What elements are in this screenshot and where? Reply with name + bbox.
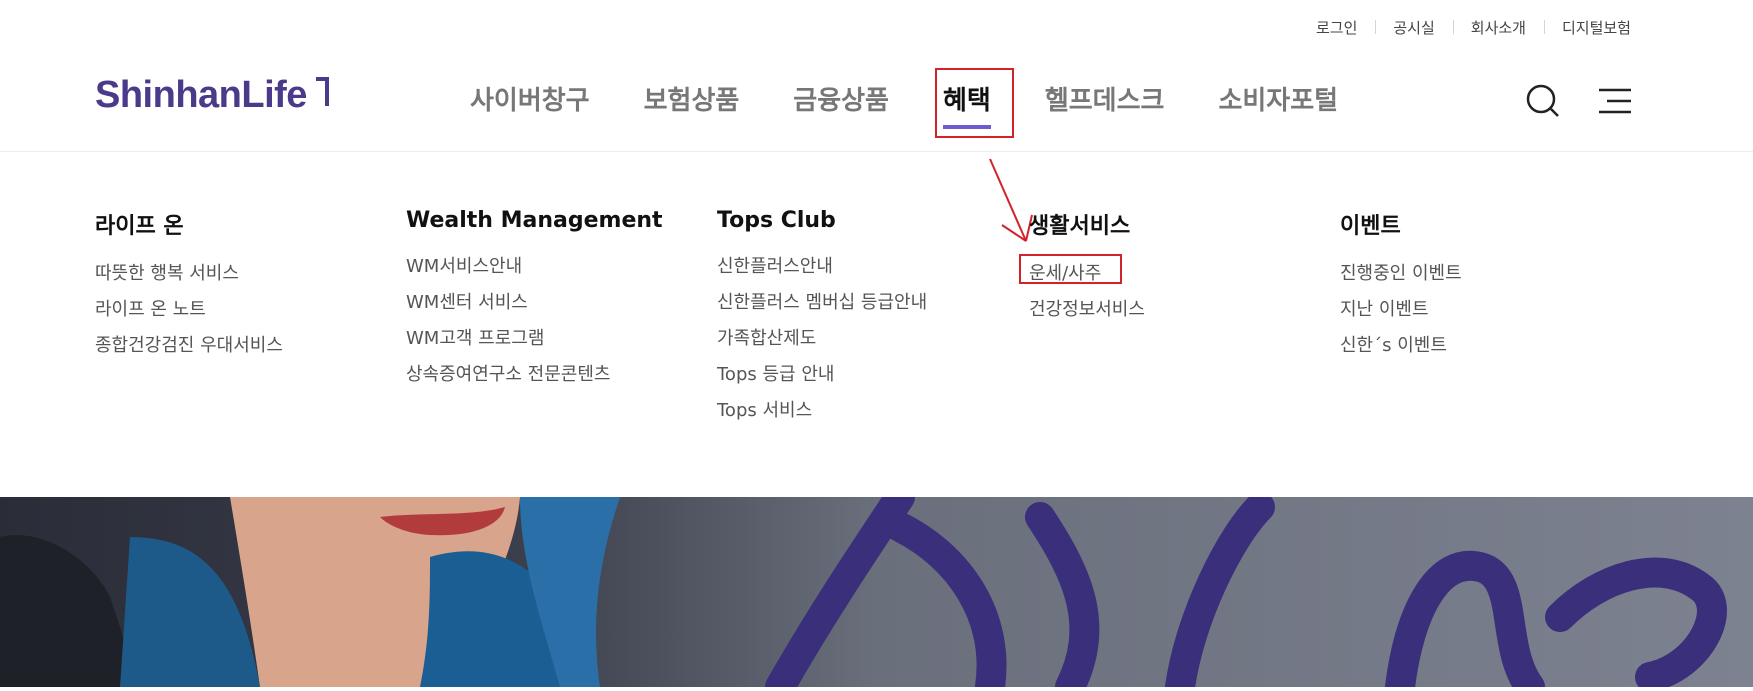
header-icons xyxy=(1487,83,1631,119)
menu-item[interactable]: 지난 이벤트 xyxy=(1340,292,1462,328)
menu-item[interactable]: WM서비스안내 xyxy=(406,249,663,285)
menu-col-title[interactable]: 이벤트 xyxy=(1340,208,1462,240)
hero-banner xyxy=(0,497,1753,687)
menu-item[interactable]: 상속증여연구소 전문콘텐츠 xyxy=(406,357,663,393)
highlight-box-fortune xyxy=(1019,254,1122,284)
utility-nav: 로그인 공시실 회사소개 디지털보험 xyxy=(1298,17,1631,38)
nav-help-desk[interactable]: 헬프데스크 xyxy=(1045,80,1165,117)
menu-col-title[interactable]: Tops Club xyxy=(717,208,927,233)
disclosure-link[interactable]: 공시실 xyxy=(1375,17,1452,38)
company-intro-link[interactable]: 회사소개 xyxy=(1452,17,1544,38)
main-nav: 사이버창구 보험상품 금융상품 혜택 헬프데스크 소비자포털 xyxy=(470,80,1392,129)
menu-item[interactable]: 신한플러스 멤버십 등급안내 xyxy=(717,285,927,321)
menu-item[interactable]: 건강정보서비스 xyxy=(1029,292,1145,328)
nav-cyber-window[interactable]: 사이버창구 xyxy=(470,80,590,117)
menu-item[interactable]: 가족합산제도 xyxy=(717,321,927,357)
menu-col-title[interactable]: Wealth Management xyxy=(406,208,663,233)
menu-col-wealth-management: Wealth Management WM서비스안내 WM센터 서비스 WM고객 … xyxy=(406,208,663,393)
highlight-box-benefits xyxy=(935,68,1014,138)
menu-col-tops-club: Tops Club 신한플러스안내 신한플러스 멤버십 등급안내 가족합산제도 … xyxy=(717,208,927,429)
menu-item[interactable]: 따뜻한 행복 서비스 xyxy=(95,256,283,292)
menu-icon[interactable] xyxy=(1599,87,1631,115)
search-icon[interactable] xyxy=(1525,83,1561,119)
digital-insurance-link[interactable]: 디지털보험 xyxy=(1543,17,1631,38)
menu-item[interactable]: 라이프 온 노트 xyxy=(95,292,283,328)
logo[interactable]: ShinhanLife xyxy=(95,74,307,117)
menu-item[interactable]: 신한플러스안내 xyxy=(717,249,927,285)
nav-insurance-products[interactable]: 보험상품 xyxy=(644,80,740,117)
menu-item[interactable]: WM고객 프로그램 xyxy=(406,321,663,357)
menu-item[interactable]: Tops 등급 안내 xyxy=(717,357,927,393)
logo-mark-icon xyxy=(316,77,329,106)
nav-consumer-portal[interactable]: 소비자포털 xyxy=(1218,80,1338,117)
banner-bottom-strip xyxy=(0,687,1753,691)
menu-col-events: 이벤트 진행중인 이벤트 지난 이벤트 신한´s 이벤트 xyxy=(1340,208,1462,364)
menu-item[interactable]: 진행중인 이벤트 xyxy=(1340,256,1462,292)
banner-image xyxy=(0,497,1753,687)
menu-item[interactable]: 종합건강검진 우대서비스 xyxy=(95,328,283,364)
nav-financial-products[interactable]: 금융상품 xyxy=(793,80,889,117)
menu-col-title[interactable]: 생활서비스 xyxy=(1029,208,1145,240)
menu-item[interactable]: 신한´s 이벤트 xyxy=(1340,328,1462,364)
menu-item[interactable]: WM센터 서비스 xyxy=(406,285,663,321)
menu-col-title[interactable]: 라이프 온 xyxy=(95,208,283,240)
header-divider xyxy=(0,151,1753,152)
menu-item[interactable]: Tops 서비스 xyxy=(717,393,927,429)
login-link[interactable]: 로그인 xyxy=(1298,17,1375,38)
menu-col-life-on: 라이프 온 따뜻한 행복 서비스 라이프 온 노트 종합건강검진 우대서비스 xyxy=(95,208,283,364)
